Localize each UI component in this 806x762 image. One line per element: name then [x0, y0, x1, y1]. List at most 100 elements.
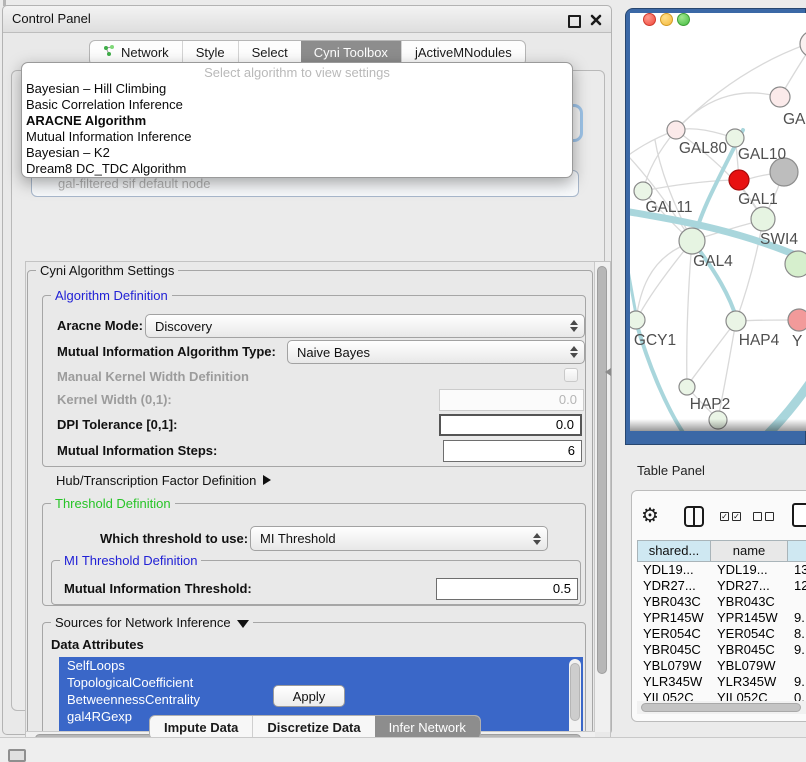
splitter-collapse-arrow[interactable]: [605, 368, 611, 376]
which-threshold-combobox[interactable]: MI Threshold: [250, 526, 548, 551]
node-hap2[interactable]: [679, 379, 695, 395]
node-hap4[interactable]: [726, 311, 746, 331]
table-cell: YDL19...: [637, 562, 711, 578]
column-layout-icon[interactable]: [684, 506, 704, 527]
algorithm-option-dream8-dc-tdc-algorithm[interactable]: Dream8 DC_TDC Algorithm: [22, 161, 572, 177]
node-gal-partial[interactable]: [770, 87, 790, 107]
minimized-panel-icon[interactable]: [8, 749, 26, 762]
node-table: shared...nameA YDL19...YDL19...13YDR27..…: [637, 540, 806, 701]
table-partial-icon[interactable]: [792, 503, 806, 527]
cyni-algorithm-settings-group: Cyni Algorithm Settings Algorithm Defini…: [27, 270, 593, 740]
algorithm-dropdown-popup: Select algorithm to view settings Bayesi…: [21, 62, 573, 178]
mac-minimize-button[interactable]: [660, 13, 673, 26]
network-edge[interactable]: [630, 238, 637, 319]
control-panel-window: Control Panel NetworkStyleSelectCyni Too…: [2, 5, 612, 735]
attribute-item-selfloops[interactable]: SelfLoops: [59, 657, 583, 674]
deselect-all-checkboxes-icon[interactable]: [753, 512, 774, 521]
node-gal10[interactable]: [726, 129, 744, 147]
network-edge[interactable]: [639, 241, 692, 315]
attributes-scrollbar-thumb[interactable]: [570, 663, 580, 721]
mi-threshold-definition-legend: MI Threshold Definition: [60, 553, 201, 568]
table-row[interactable]: YPR145WYPR145W9.: [637, 610, 806, 626]
mi-threshold-field[interactable]: 0.5: [436, 578, 578, 600]
column-header-a[interactable]: A: [788, 540, 806, 562]
network-edge[interactable]: [690, 321, 736, 382]
column-header-shared[interactable]: shared...: [637, 540, 711, 562]
algorithm-dropdown-items: Bayesian – Hill ClimbingBasic Correlatio…: [22, 81, 572, 177]
hub-definition-label: Hub/Transcription Factor Definition: [56, 473, 256, 488]
table-row[interactable]: YDL19...YDL19...13: [637, 562, 806, 578]
table-cell: 9.: [788, 642, 806, 658]
table-cell: YER054C: [637, 626, 711, 642]
column-header-name[interactable]: name: [711, 540, 788, 562]
screen: { "colors": { "selected_tab_bg": "#8d8d8…: [0, 0, 806, 762]
table-settings-gear-icon[interactable]: ⚙: [641, 504, 659, 528]
control-panel-titlebar[interactable]: Control Panel: [3, 6, 611, 33]
node-red[interactable]: [729, 170, 749, 190]
checked-box-icon: ✓: [732, 512, 741, 521]
mi-algorithm-type-combobox[interactable]: Naive Bayes: [287, 340, 585, 364]
node-hap4-label: HAP4: [739, 332, 780, 349]
node-gal11[interactable]: [634, 182, 652, 200]
table-cell: 8.: [788, 626, 806, 642]
kernel-width-field[interactable]: 0.0: [439, 389, 584, 411]
node-table-header: shared...nameA: [637, 540, 806, 562]
node-gal4-label: GAL4: [693, 253, 733, 270]
close-window-icon[interactable]: [590, 14, 602, 26]
table-row[interactable]: YDR27...YDR27...12: [637, 578, 806, 594]
settings-vertical-scrollbar[interactable]: [594, 262, 610, 732]
network-edge[interactable]: [687, 241, 692, 387]
mi-algorithm-type-label: Mutual Information Algorithm Type:: [57, 340, 276, 364]
algorithm-option-mutual-information-inference[interactable]: Mutual Information Inference: [22, 129, 572, 145]
node-gal4[interactable]: [679, 228, 705, 254]
bottom-strip: [0, 738, 806, 762]
which-threshold-value: MI Threshold: [251, 531, 529, 546]
node-swi4-label: SWI4: [760, 231, 798, 248]
algorithm-option-bayesian-k2[interactable]: Bayesian – K2: [22, 145, 572, 161]
manual-kernel-width-checkbox[interactable]: [564, 368, 578, 382]
algorithm-dropdown-placeholder: Select algorithm to view settings: [22, 65, 572, 81]
table-cell: YBR043C: [637, 594, 711, 610]
bottom-tab-discretize-data[interactable]: Discretize Data: [252, 716, 374, 739]
table-row[interactable]: YBR045CYBR045C9.: [637, 642, 806, 658]
sources-legend[interactable]: Sources for Network Inference: [51, 615, 253, 630]
apply-button[interactable]: Apply: [273, 685, 345, 707]
hub-definition-toggle[interactable]: Hub/Transcription Factor Definition: [56, 473, 271, 488]
network-edge[interactable]: [676, 93, 780, 130]
data-attributes-label: Data Attributes: [51, 637, 144, 652]
table-hscroll-thumb[interactable]: [641, 703, 801, 712]
table-row[interactable]: YIL052CYIL052C0.: [637, 690, 806, 701]
table-row[interactable]: YBR043CYBR043C: [637, 594, 806, 610]
node-gal80[interactable]: [667, 121, 685, 139]
dpi-tolerance-field[interactable]: 0.0: [439, 414, 582, 436]
select-all-checkboxes-icon[interactable]: ✓ ✓: [720, 512, 741, 521]
table-horizontal-scrollbar[interactable]: [637, 701, 806, 714]
stepper-icon: [566, 346, 582, 358]
mac-close-button[interactable]: [643, 13, 656, 26]
network-canvas[interactable]: GALGAL80GAL10GAL1GAL11GAL4SWI4GCY1HAP4YH…: [630, 13, 806, 431]
table-row[interactable]: YER054CYER054C8.: [637, 626, 806, 642]
algorithm-option-aracne-algorithm[interactable]: ARACNE Algorithm: [22, 113, 572, 129]
node-swi4[interactable]: [785, 251, 806, 277]
bottom-tab-impute-data[interactable]: Impute Data: [150, 716, 252, 739]
network-graph[interactable]: GALGAL80GAL10GAL1GAL11GAL4SWI4GCY1HAP4YH…: [630, 13, 806, 431]
algorithm-option-basic-correlation-inference[interactable]: Basic Correlation Inference: [22, 97, 572, 113]
mi-steps-field[interactable]: 6: [443, 440, 582, 462]
table-row[interactable]: YLR345WYLR345W9.: [637, 674, 806, 690]
node-gal1[interactable]: [751, 207, 775, 231]
node-top-partial[interactable]: [800, 31, 806, 57]
node-salmon[interactable]: [788, 309, 806, 331]
float-window-icon[interactable]: [568, 15, 581, 28]
table-row[interactable]: YBL079WYBL079W: [637, 658, 806, 674]
mac-zoom-button[interactable]: [677, 13, 690, 26]
algorithm-option-bayesian-hill-climbing[interactable]: Bayesian – Hill Climbing: [22, 81, 572, 97]
bottom-tab-infer-network[interactable]: Infer Network: [375, 716, 480, 739]
node-gcy1-label: GCY1: [634, 332, 676, 349]
table-cell: YBR045C: [637, 642, 711, 658]
settings-vscroll-thumb[interactable]: [597, 266, 607, 674]
aracne-mode-combobox[interactable]: Discovery: [145, 314, 585, 338]
node-gcy1[interactable]: [630, 311, 645, 329]
algorithm-definition-group: Algorithm Definition Aracne Mode: Discov…: [42, 295, 586, 467]
algorithm-definition-legend: Algorithm Definition: [51, 288, 172, 303]
stepper-icon: [566, 320, 582, 332]
